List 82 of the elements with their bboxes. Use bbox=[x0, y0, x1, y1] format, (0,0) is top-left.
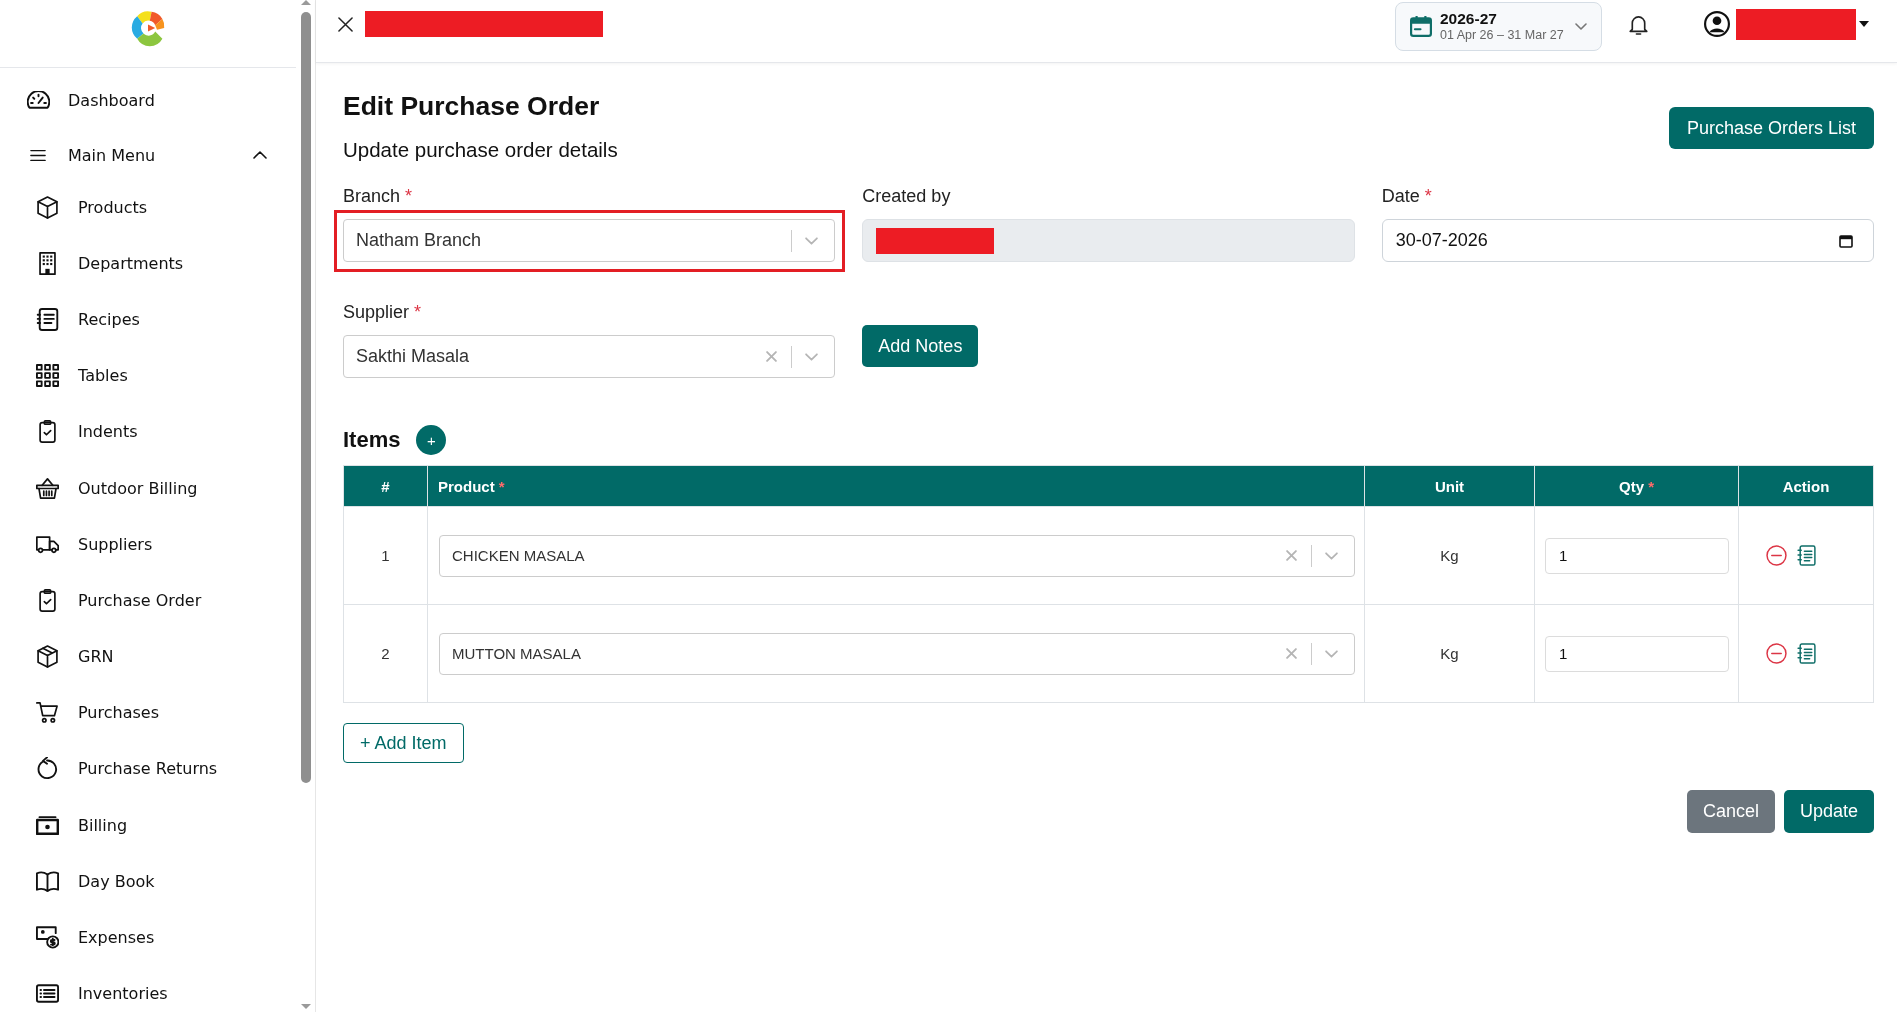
date-field[interactable]: 30-07-2026 bbox=[1381, 219, 1874, 262]
gauge-icon bbox=[27, 91, 50, 109]
add-item-button[interactable]: + Add Item bbox=[343, 723, 464, 763]
product-select[interactable]: MUTTON MASALA bbox=[439, 632, 1355, 675]
clear-icon bbox=[1286, 648, 1297, 659]
select-field[interactable]: Natham Branch bbox=[343, 219, 836, 262]
caret-down-icon bbox=[1859, 21, 1869, 27]
purchase-orders-list-button[interactable]: Purchase Orders List bbox=[1668, 107, 1874, 149]
logo-icon bbox=[130, 8, 166, 48]
rotate-icon bbox=[36, 757, 59, 781]
basket-icon bbox=[36, 476, 59, 500]
menu-icon bbox=[30, 148, 46, 162]
notes-icon[interactable] bbox=[1797, 643, 1816, 664]
sidebar-item[interactable]: Outdoor Billing bbox=[0, 459, 296, 517]
minus-circle-icon[interactable] bbox=[1766, 545, 1787, 566]
cancel-button[interactable]: Cancel bbox=[1686, 790, 1775, 833]
list-icon bbox=[36, 982, 59, 1006]
field-label: Branch * bbox=[343, 186, 414, 206]
qty-input[interactable]: 1 bbox=[1545, 537, 1729, 574]
banknote-coin-icon bbox=[36, 926, 59, 950]
bell-icon[interactable] bbox=[1629, 13, 1648, 35]
field-label: Created by bbox=[862, 186, 952, 206]
close-icon bbox=[338, 16, 353, 32]
clear-icon bbox=[1286, 550, 1297, 561]
grid-icon bbox=[36, 364, 59, 388]
product-select[interactable]: CHICKEN MASALA bbox=[439, 534, 1355, 577]
table-cell: 2 bbox=[343, 604, 428, 703]
table-cell: Kg bbox=[1364, 604, 1535, 703]
chevron-down-icon bbox=[1575, 22, 1587, 30]
qty-input[interactable]: 1 bbox=[1545, 635, 1729, 672]
minus-circle-icon[interactable] bbox=[1766, 643, 1787, 664]
sidebar-item[interactable]: Expenses bbox=[0, 909, 296, 966]
column-header: Action bbox=[1738, 465, 1874, 507]
sidebar-item[interactable]: Purchase Order bbox=[0, 572, 296, 629]
chevron-down-icon bbox=[1325, 649, 1338, 658]
add-button[interactable]: + bbox=[416, 425, 447, 455]
sidebar-item[interactable]: Purchases bbox=[0, 684, 296, 741]
building-icon bbox=[36, 251, 59, 275]
table-cell: Kg bbox=[1364, 506, 1535, 605]
page-title: Edit Purchase Order bbox=[343, 91, 601, 121]
table-cell: 1 bbox=[343, 506, 428, 605]
user-icon bbox=[1704, 11, 1730, 37]
field-label: Supplier * bbox=[343, 302, 423, 322]
cube-icon bbox=[36, 195, 59, 219]
sidebar-item[interactable]: Indents bbox=[0, 403, 296, 460]
field-label: Date * bbox=[1381, 186, 1433, 206]
notes-icon[interactable] bbox=[1797, 545, 1816, 566]
sidebar-item[interactable]: Tables bbox=[0, 347, 296, 404]
sidebar-item[interactable]: Suppliers bbox=[0, 516, 296, 573]
sidebar-item[interactable]: Departments bbox=[0, 235, 296, 292]
chevron-down-icon bbox=[805, 236, 819, 245]
calendar-icon bbox=[1839, 233, 1853, 248]
banknote-icon bbox=[36, 813, 59, 837]
select-field[interactable]: Sakthi Masala bbox=[343, 335, 836, 378]
sidebar-item[interactable]: Billing bbox=[0, 797, 296, 854]
add-notes-button[interactable]: Add Notes bbox=[862, 325, 979, 367]
clipboard-icon bbox=[36, 420, 59, 444]
page-subtitle: Update purchase order details bbox=[343, 138, 618, 162]
sidebar-item[interactable]: Products bbox=[0, 179, 296, 236]
sidebar-item[interactable]: Inventories bbox=[0, 965, 296, 1012]
update-button[interactable]: Update bbox=[1783, 790, 1874, 833]
cube-icon bbox=[36, 645, 59, 669]
sidebar-item[interactable]: Dashboard bbox=[0, 72, 296, 128]
chevron-down-icon bbox=[1325, 551, 1338, 560]
clipboard-icon bbox=[36, 588, 59, 612]
column-header: # bbox=[343, 465, 428, 507]
column-header: Product * bbox=[427, 465, 1365, 507]
sidebar-item[interactable]: Purchase Returns bbox=[0, 740, 296, 798]
section-heading: Items bbox=[343, 426, 401, 454]
chevron-down-icon bbox=[805, 352, 819, 361]
sidebar-item[interactable]: Recipes bbox=[0, 291, 296, 348]
list-icon bbox=[36, 307, 59, 331]
cart-icon bbox=[36, 701, 59, 725]
column-header: Qty * bbox=[1534, 465, 1739, 507]
sidebar-group-header[interactable]: Main Menu bbox=[0, 128, 296, 179]
fiscal-year-selector[interactable]: 2026-27 01 Apr 26 – 31 Mar 27 bbox=[1395, 1, 1602, 51]
calendar-icon bbox=[1410, 15, 1432, 37]
column-header: Unit bbox=[1364, 465, 1535, 507]
user-menu[interactable] bbox=[1704, 8, 1869, 40]
book-icon bbox=[36, 869, 59, 893]
sidebar-item[interactable]: GRN bbox=[0, 628, 296, 685]
sidebar-item[interactable]: Day Book bbox=[0, 853, 296, 910]
